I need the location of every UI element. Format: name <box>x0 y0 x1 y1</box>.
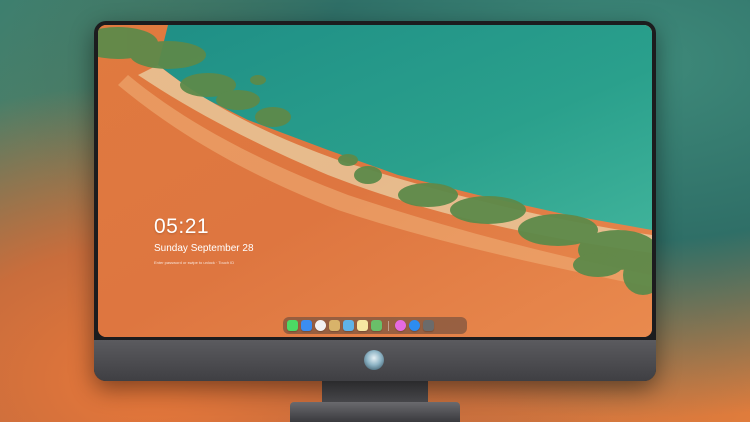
preview-icon[interactable] <box>329 320 340 331</box>
monitor-stand-base <box>290 402 460 422</box>
brand-logo-icon <box>364 350 384 370</box>
messages-icon[interactable] <box>287 320 298 331</box>
itunes-icon[interactable] <box>395 320 406 331</box>
dock-separator <box>388 320 389 331</box>
clapper-icon[interactable] <box>343 320 354 331</box>
dock <box>283 317 467 334</box>
desktop-screen: 05:21 Sunday September 28 Enter password… <box>98 25 652 337</box>
camera-icon[interactable] <box>423 320 434 331</box>
monitor: 05:21 Sunday September 28 Enter password… <box>94 21 656 381</box>
lock-time: 05:21 <box>154 215 210 238</box>
app-store-icon[interactable] <box>409 320 420 331</box>
lock-date: Sunday September 28 <box>154 243 254 254</box>
wallpaper <box>98 25 652 337</box>
monitor-chin <box>94 340 656 381</box>
clock-icon[interactable] <box>315 320 326 331</box>
finder-icon[interactable] <box>301 320 312 331</box>
notes-icon[interactable] <box>357 320 368 331</box>
photos-icon[interactable] <box>371 320 382 331</box>
unlock-hint: Enter password or swipe to unlock · Touc… <box>154 260 235 265</box>
